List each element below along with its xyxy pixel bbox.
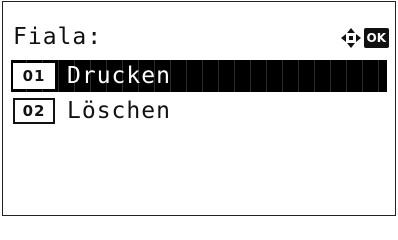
menu-item-number: 01	[13, 63, 55, 89]
menu-item-loeschen[interactable]: 02 Löschen	[11, 95, 387, 127]
menu-item-label: Löschen	[67, 98, 171, 124]
nav-ok-indicator: OK	[340, 27, 389, 49]
menu-item-label: Drucken	[67, 63, 171, 89]
menu-item-drucken[interactable]: 01 Drucken	[11, 60, 387, 92]
ok-key-icon: OK	[363, 28, 389, 48]
screen-title: Fiala:	[13, 24, 103, 50]
menu-item-number: 02	[13, 98, 55, 124]
lcd-screen: Fiala: OK 01 Drucken 02 Löschen	[2, 1, 396, 216]
arrow-keys-icon	[340, 28, 361, 48]
